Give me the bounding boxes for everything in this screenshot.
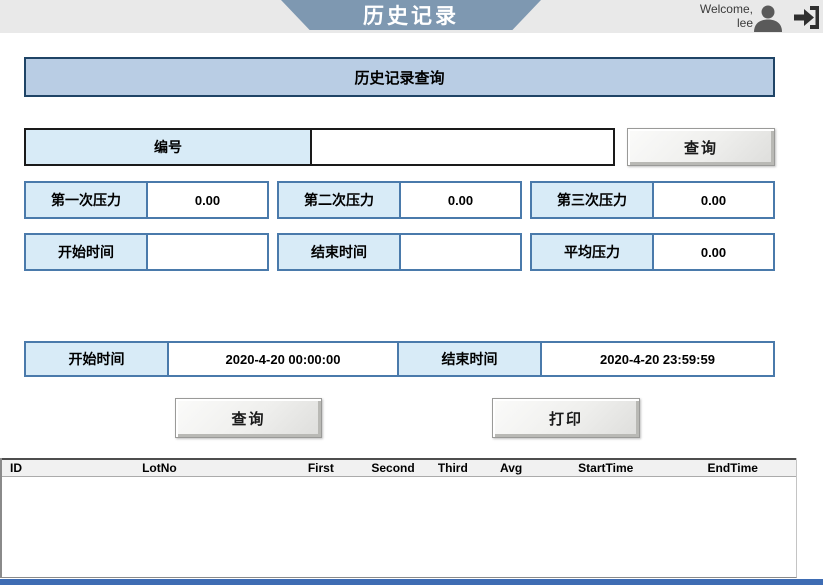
results-table: ID LotNo First Second Third Avg StartTim…: [0, 458, 797, 578]
date-range-bar: 开始时间 2020-4-20 00:00:00 结束时间 2020-4-20 2…: [24, 341, 775, 377]
range-end-label: 结束时间: [399, 343, 542, 375]
start-time-group: 开始时间: [24, 233, 269, 271]
end-time-label: 结束时间: [279, 235, 401, 269]
start-time-label: 开始时间: [26, 235, 148, 269]
lot-number-input[interactable]: [312, 130, 613, 164]
first-pressure-label: 第一次压力: [26, 183, 148, 217]
print-button-label: 打印: [549, 408, 583, 429]
second-pressure-value: 0.00: [401, 183, 520, 217]
section-header: 历史记录查询: [24, 57, 775, 97]
print-button[interactable]: 打印: [492, 398, 640, 438]
second-pressure-label: 第二次压力: [279, 183, 401, 217]
page-title: 历史记录: [281, 0, 541, 30]
logout-door-icon[interactable]: [793, 4, 820, 31]
end-time-value: [401, 235, 520, 269]
lot-number-label: 编号: [26, 130, 312, 164]
lot-query-button[interactable]: 查询: [627, 128, 775, 166]
welcome-line1: Welcome,: [643, 2, 753, 16]
second-pressure-group: 第二次压力 0.00: [277, 181, 522, 219]
start-time-value: [148, 235, 267, 269]
first-pressure-value: 0.00: [148, 183, 267, 217]
query-button-label: 查询: [231, 408, 265, 429]
column-header-lotno: LotNo: [38, 461, 281, 475]
range-start-label: 开始时间: [26, 343, 169, 375]
results-table-body[interactable]: [2, 477, 796, 577]
column-header-third: Third: [425, 461, 480, 475]
welcome-text: Welcome, lee: [643, 2, 753, 30]
range-end-value[interactable]: 2020-4-20 23:59:59: [542, 343, 773, 375]
bottom-bar: [0, 579, 823, 585]
lot-query-button-label: 查询: [684, 137, 718, 158]
results-table-header: ID LotNo First Second Third Avg StartTim…: [2, 458, 796, 477]
column-header-second: Second: [361, 461, 426, 475]
column-header-first: First: [281, 461, 361, 475]
avg-pressure-group: 平均压力 0.00: [530, 233, 775, 271]
range-start-value[interactable]: 2020-4-20 00:00:00: [169, 343, 399, 375]
column-header-endtime: EndTime: [670, 461, 797, 475]
avg-pressure-label: 平均压力: [532, 235, 654, 269]
column-header-avg: Avg: [480, 461, 542, 475]
third-pressure-group: 第三次压力 0.00: [530, 181, 775, 219]
welcome-username: lee: [643, 16, 753, 30]
column-header-starttime: StartTime: [542, 461, 670, 475]
third-pressure-value: 0.00: [654, 183, 773, 217]
page-title-text: 历史记录: [363, 0, 459, 30]
lot-number-row: 编号: [24, 128, 615, 166]
third-pressure-label: 第三次压力: [532, 183, 654, 217]
section-header-text: 历史记录查询: [354, 67, 444, 88]
first-pressure-group: 第一次压力 0.00: [24, 181, 269, 219]
avg-pressure-value: 0.00: [654, 235, 773, 269]
column-header-id: ID: [2, 461, 38, 475]
end-time-group: 结束时间: [277, 233, 522, 271]
query-button[interactable]: 查询: [175, 398, 322, 438]
user-silhouette-icon: [752, 4, 784, 32]
